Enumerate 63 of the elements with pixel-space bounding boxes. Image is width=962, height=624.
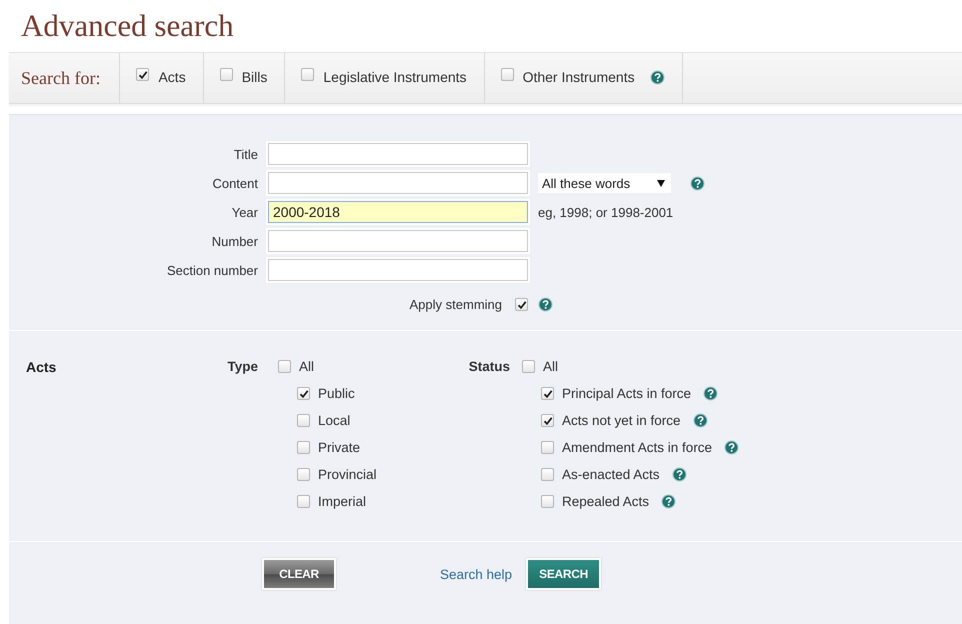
checkbox[interactable] — [297, 468, 310, 481]
input-field[interactable]: 2000-2018 — [268, 201, 528, 223]
stemming-label: Apply stemming — [410, 297, 502, 312]
checkbox[interactable] — [515, 298, 528, 311]
help-icon[interactable] — [724, 440, 740, 455]
clear-button[interactable]: CLEAR — [262, 558, 336, 590]
option-label[interactable]: Other Instruments — [522, 69, 635, 85]
checkbox[interactable] — [541, 414, 554, 427]
checkbox[interactable] — [297, 441, 310, 454]
option-label[interactable]: Acts not yet in force — [562, 413, 681, 428]
option-label[interactable]: Bills — [242, 69, 268, 85]
group-label: Type — [226, 359, 258, 374]
checkbox[interactable] — [541, 495, 554, 508]
search-for-label: Search for: — [9, 53, 120, 103]
input-field[interactable] — [268, 172, 528, 194]
help-icon[interactable] — [692, 413, 708, 428]
option-label[interactable]: As-enacted Acts — [562, 467, 660, 482]
checkbox[interactable] — [541, 441, 554, 454]
help-icon[interactable] — [672, 467, 687, 482]
checkbox[interactable] — [500, 68, 514, 81]
search-button[interactable]: SEARCH — [526, 558, 602, 590]
checkbox[interactable] — [136, 68, 150, 81]
help-icon[interactable] — [538, 297, 553, 312]
input-field[interactable] — [268, 259, 528, 281]
search-help-link[interactable]: Search help — [440, 566, 512, 582]
option-label[interactable]: Repealed Acts — [562, 494, 650, 509]
option-label[interactable]: Acts — [158, 69, 186, 85]
checkbox[interactable] — [541, 387, 554, 400]
field-label: Number — [212, 234, 258, 248]
group-label: Status — [468, 359, 510, 374]
field-hint: eg, 1998; or 1998-2001 — [538, 204, 674, 220]
checkbox[interactable] — [522, 360, 535, 373]
checkbox[interactable] — [297, 495, 310, 508]
checkbox[interactable] — [541, 468, 554, 481]
help-icon[interactable] — [661, 494, 676, 509]
checkbox[interactable] — [220, 68, 233, 81]
help-icon[interactable] — [650, 70, 665, 84]
checkbox[interactable] — [297, 414, 310, 427]
input-field[interactable] — [268, 143, 528, 165]
field-label: Section number — [166, 262, 258, 278]
field-label: Year — [232, 204, 258, 220]
input-field[interactable] — [268, 230, 528, 252]
checkbox[interactable] — [301, 68, 314, 81]
option-label[interactable]: All — [543, 359, 558, 374]
match-dropdown[interactable]: All these words — [538, 173, 671, 193]
section-heading: Acts — [26, 359, 58, 375]
option-label[interactable]: Private — [318, 440, 360, 455]
checkbox[interactable] — [278, 360, 291, 373]
option-label[interactable]: Amendment Acts in force — [562, 440, 712, 455]
help-icon[interactable] — [703, 386, 718, 401]
page-title: Advanced search — [21, 10, 234, 42]
option-label[interactable]: Legislative Instruments — [323, 69, 467, 85]
option-label[interactable]: All — [299, 359, 314, 374]
caret-icon — [657, 180, 665, 186]
field-label: Content — [212, 176, 258, 190]
option-label[interactable]: Local — [318, 413, 350, 428]
help-icon[interactable] — [690, 176, 705, 190]
option-label[interactable]: Principal Acts in force — [562, 386, 692, 401]
option-label[interactable]: Provincial — [318, 467, 377, 482]
option-label[interactable]: Imperial — [318, 494, 366, 509]
field-label: Title — [234, 146, 258, 162]
checkbox[interactable] — [297, 387, 310, 400]
option-label[interactable]: Public — [318, 386, 355, 401]
